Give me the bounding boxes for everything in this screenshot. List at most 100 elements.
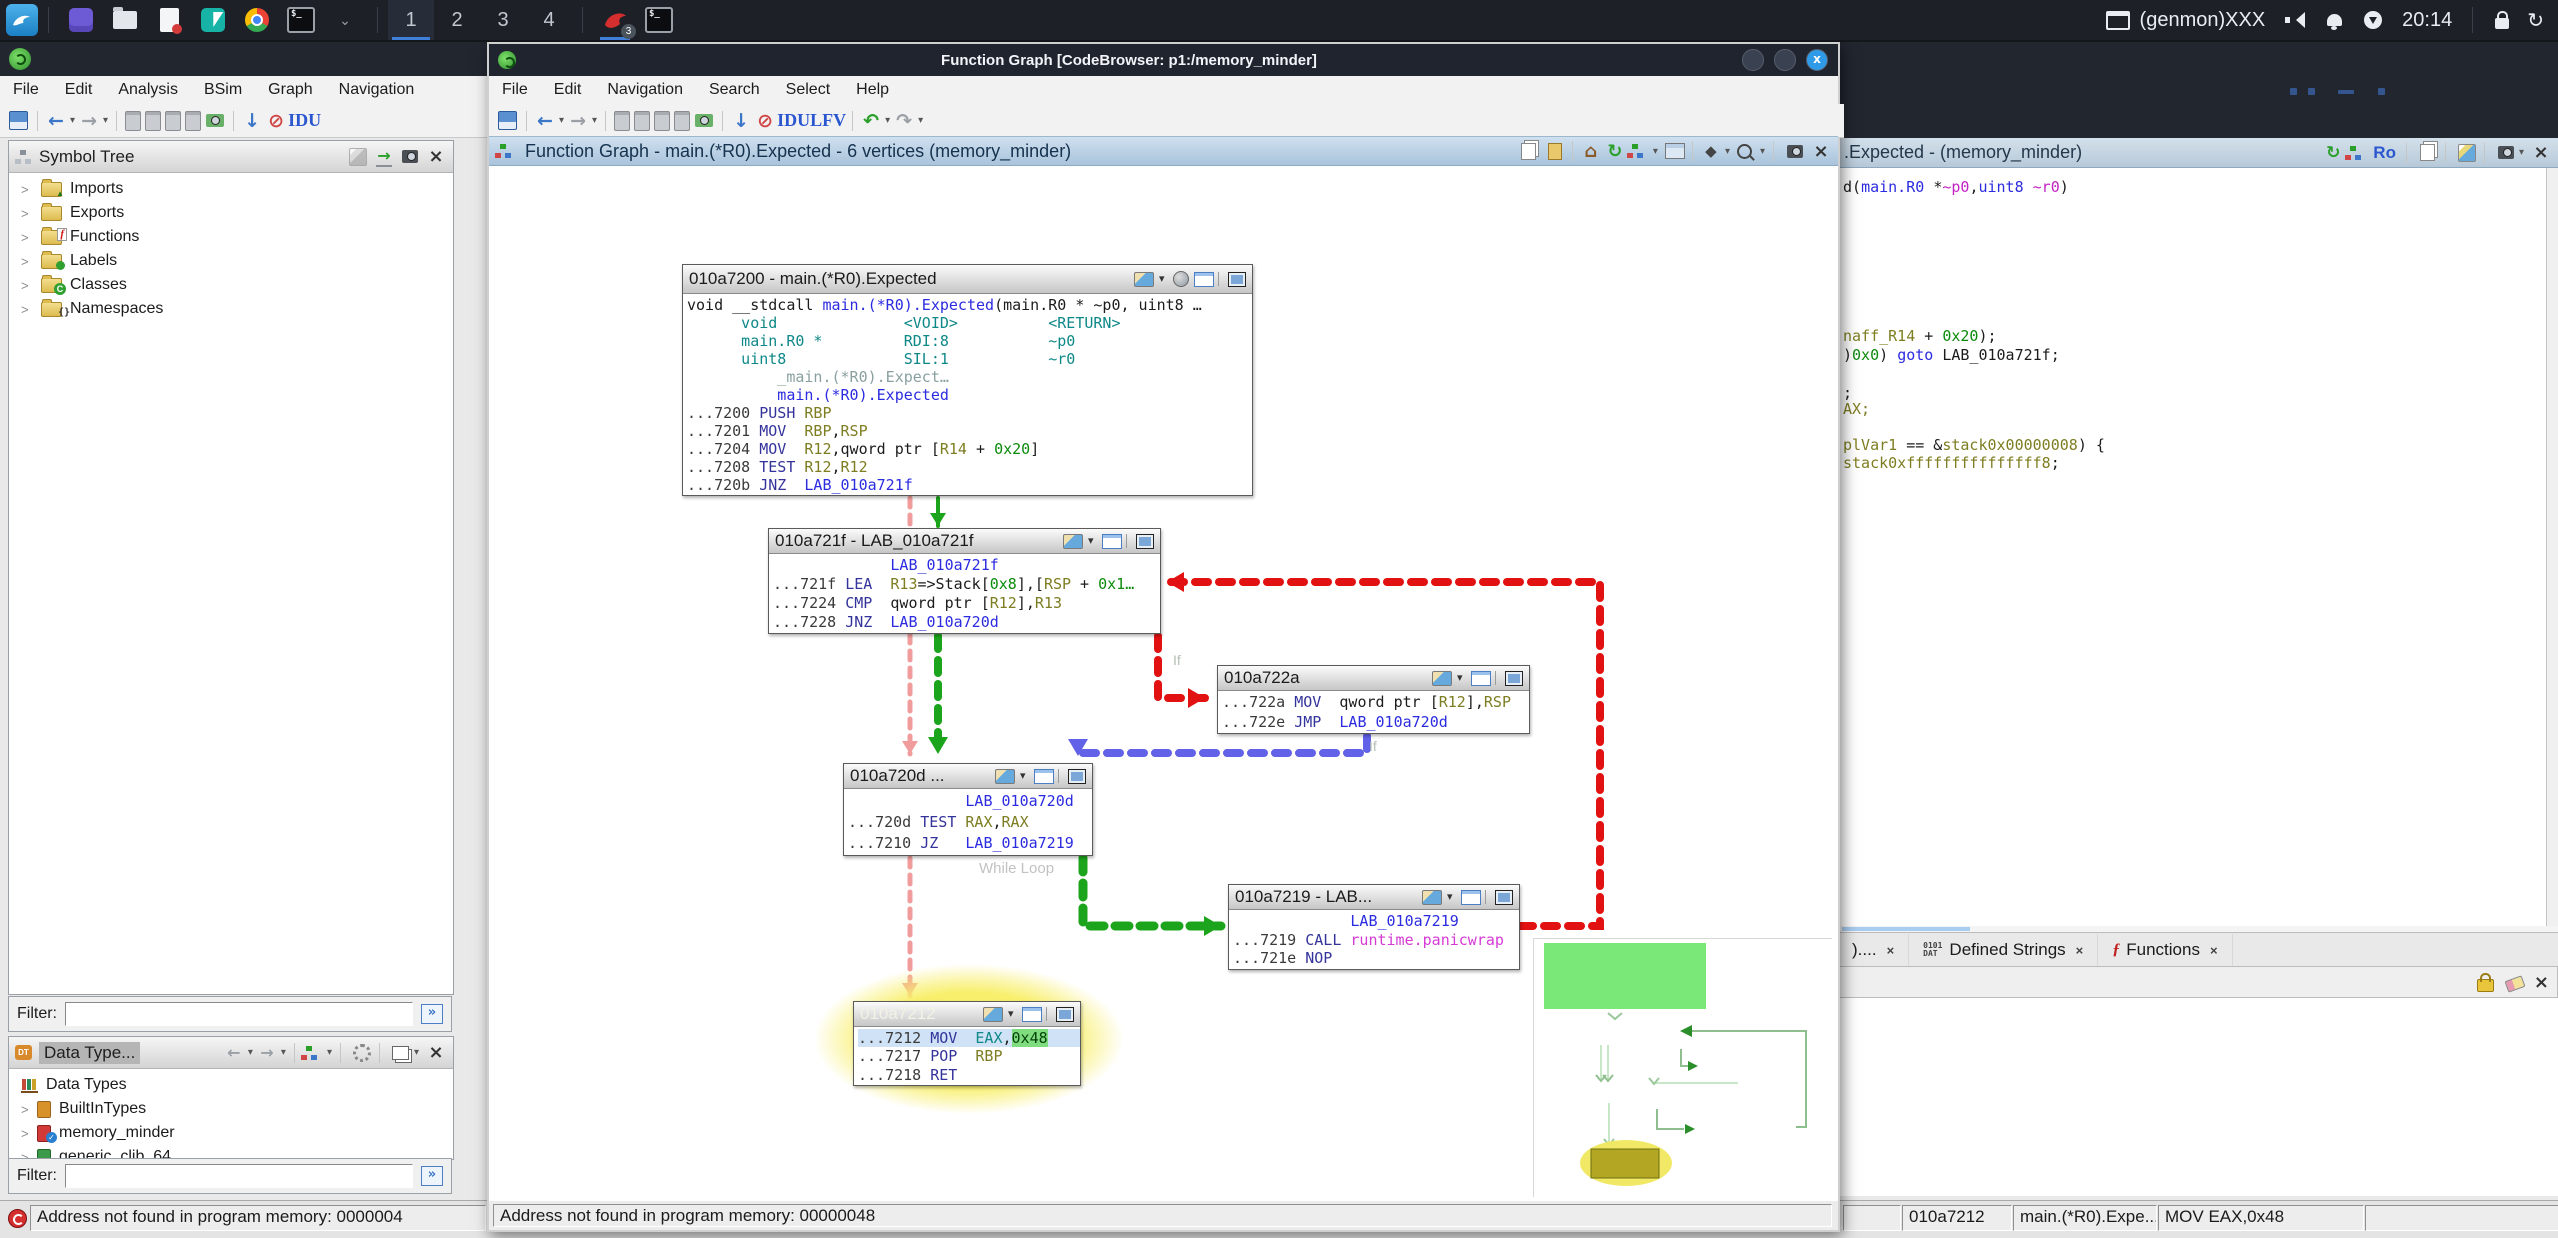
forward-icon[interactable]: → [255,1040,279,1066]
notifications-bell-icon[interactable] [2327,14,2342,26]
sel-icon[interactable] [1495,890,1513,905]
edit-icon[interactable] [1134,272,1154,287]
terminal-icon[interactable] [286,5,316,35]
node-header[interactable]: 010a7200 - main.(*R0).Expected▾ [683,265,1252,294]
camera-icon[interactable] [2498,146,2514,159]
app-icon-purple[interactable] [66,5,96,35]
node-header[interactable]: 010a721f - LAB_010a721f▾ [769,529,1160,554]
clipboard-icon[interactable] [634,111,650,131]
copy-icon[interactable] [2420,144,2435,161]
back-icon[interactable]: ← [533,108,557,134]
filter-input[interactable] [65,1002,413,1026]
redo-icon[interactable]: ↷ [892,108,916,134]
maximize-button[interactable] [1774,49,1796,71]
decompiler-body[interactable]: d(main.R0 *~p0,uint8 ~r0)naff_R14 + 0x20… [1838,168,2547,926]
magnifier-icon[interactable] [1737,144,1752,159]
drop-icon[interactable]: ▾ [1020,769,1029,783]
globe-icon[interactable] [1173,271,1189,287]
volume-icon[interactable] [2285,11,2305,29]
expand-chevron-icon[interactable]: > [21,302,35,317]
tab--[interactable]: )....× [1838,934,1909,967]
back-icon[interactable]: ← [44,108,68,134]
expand-chevron-icon[interactable]: > [21,206,35,221]
edit-icon[interactable] [349,148,367,166]
toolbar-u-button[interactable]: U [308,110,321,130]
tab-functions[interactable]: ƒFunctions× [2098,934,2232,967]
graph-node-010a720d[interactable]: 010a720d ...▾ LAB_010a720d...720d TEST R… [843,763,1093,856]
camera-icon[interactable] [402,150,418,163]
decompiler-header[interactable]: .Expected - (memory_minder) ↻ Ro ▾ × [1838,138,2558,168]
drop-icon[interactable]: ▾ [1008,1007,1017,1021]
refresh-icon[interactable]: ↻ [2321,140,2345,166]
terminal-2-icon[interactable] [644,5,674,35]
workspace-3[interactable]: 3 [480,0,526,40]
win-icon[interactable] [1194,272,1214,287]
file-manager-icon[interactable] [110,5,140,35]
logout-icon[interactable]: ↻ [2527,8,2544,33]
lock-icon[interactable] [2477,979,2494,992]
win-icon[interactable] [1022,1007,1042,1022]
graph-node-010a7212[interactable]: 010a7212▾...7212 MOV EAX,0x48...7217 POP… [853,1001,1081,1086]
snapshot-icon[interactable] [206,114,224,127]
home-icon[interactable]: ⌂ [1579,138,1603,164]
expand-chevron-icon[interactable]: > [21,254,35,269]
graph-dots-icon[interactable] [2345,146,2361,160]
back-icon[interactable]: ← [222,1040,246,1066]
workspace-4[interactable]: 4 [526,0,572,40]
fg-menu-select[interactable]: Select [773,81,843,99]
menu-edit[interactable]: Edit [52,81,106,99]
scrollbar[interactable] [2546,168,2558,926]
windows-icon[interactable] [392,1046,409,1060]
readonly-button[interactable]: Ro [2373,143,2396,163]
bolt-app-icon[interactable] [198,5,228,35]
import-icon[interactable]: → [376,146,391,167]
forward-icon[interactable]: → [77,108,101,134]
toolbar-d-button[interactable]: D [784,110,797,130]
layout-grid-icon[interactable] [1665,143,1685,159]
edit-icon[interactable] [1432,671,1452,686]
win-icon[interactable] [1102,534,1122,549]
minimize-button[interactable] [1742,49,1764,71]
node-header[interactable]: 010a722a▾ [1218,666,1529,691]
expand-chevron-icon[interactable]: > [21,1126,35,1141]
symbol-tree-item-labels[interactable]: >Labels [9,249,453,273]
sel-icon[interactable] [1228,272,1246,287]
menu-graph[interactable]: Graph [255,81,325,99]
clear-icon[interactable]: ⊘ [264,108,288,134]
snapshot-icon[interactable] [695,114,713,127]
symbol-tree-item-functions[interactable]: >Functions [9,225,453,249]
close-icon[interactable]: × [2534,972,2549,993]
graph-node-010a721f[interactable]: 010a721f - LAB_010a721f▾ LAB_010a721f...… [768,528,1161,634]
clipboard-icon[interactable] [614,111,630,131]
eraser-icon[interactable] [2504,975,2525,992]
expand-chevron-icon[interactable]: > [21,1102,35,1117]
fg-titlebar[interactable]: Function Graph [CodeBrowser: p1:/memory_… [489,44,1838,76]
drop-icon[interactable]: ▾ [1088,534,1097,548]
clipboard-icon[interactable] [185,111,201,131]
copy-icon[interactable] [1521,143,1536,160]
close-icon[interactable]: × [1813,141,1828,162]
clipboard-icon[interactable] [654,111,670,131]
tray-window-icon[interactable] [2106,11,2130,30]
satellite-view[interactable] [1533,938,1832,1197]
forward-icon[interactable]: → [566,108,590,134]
clipboard-icon[interactable] [165,111,181,131]
sel-icon[interactable] [1056,1007,1074,1022]
navigate-diamond-icon[interactable]: ◆ [1699,138,1723,164]
fg-menu-file[interactable]: File [489,81,541,99]
symbol-tree-item-classes[interactable]: >Classes [9,273,453,297]
node-header[interactable]: 010a720d ...▾ [844,764,1092,789]
data-type-manager-header[interactable]: DT Data Type... ←▾ →▾ ▾ ▾ × [9,1037,453,1069]
data-type-item-generic_clib_64[interactable]: >generic_clib_64 [9,1145,453,1159]
toolbar-u-button[interactable]: U [797,110,810,130]
expand-chevron-icon[interactable]: > [21,230,35,245]
kali-menu-icon[interactable] [6,4,38,36]
close-icon[interactable]: × [2076,943,2084,958]
menu-analysis[interactable]: Analysis [105,81,191,99]
filter-icon[interactable]: » [421,1004,443,1024]
win-icon[interactable] [1034,769,1054,784]
close-icon[interactable]: × [2533,142,2548,163]
data-types-root[interactable]: Data Types [9,1073,453,1097]
fg-menu-navigation[interactable]: Navigation [594,81,696,99]
node-header[interactable]: 010a7219 - LAB...▾ [1229,885,1519,910]
